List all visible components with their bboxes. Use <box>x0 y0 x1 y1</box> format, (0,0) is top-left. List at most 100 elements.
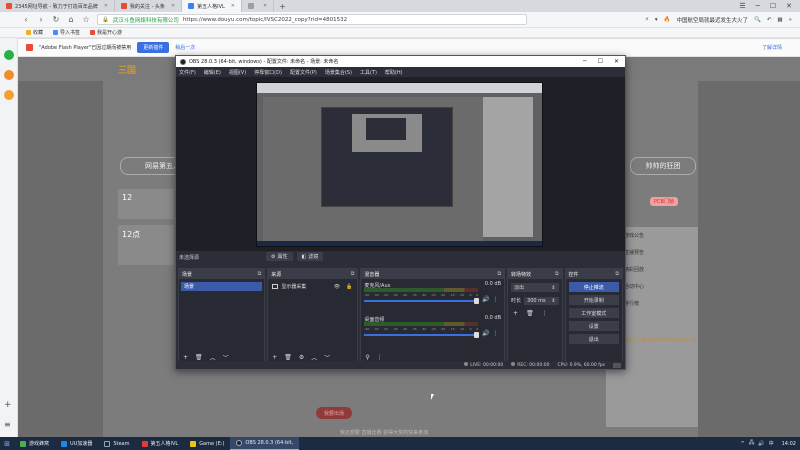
close-icon[interactable]: ✕ <box>614 58 619 65</box>
bookmark-star-icon[interactable]: ☆ <box>82 15 90 24</box>
speaker-icon[interactable]: 🔊 <box>482 296 489 303</box>
dock-header[interactable]: 控件 ⧉ <box>565 269 622 279</box>
site-right-item[interactable]: 精彩回放 <box>624 266 694 274</box>
later-link[interactable]: 稍后一次 <box>175 44 195 51</box>
undock-icon[interactable]: ⧉ <box>497 271 501 277</box>
undock-icon[interactable]: ⧉ <box>258 271 262 277</box>
add-icon[interactable]: + <box>4 400 12 410</box>
duration-input[interactable]: 300 ms ⇕ <box>524 296 559 305</box>
maximize-icon[interactable]: ☐ <box>598 58 603 65</box>
undo-icon[interactable]: ↶ <box>767 17 772 23</box>
undock-icon[interactable]: ⧉ <box>351 271 355 277</box>
menu-edit[interactable]: 编辑(E) <box>204 69 221 76</box>
browser-tab-3[interactable]: 第五人格IVL ✕ <box>182 0 242 12</box>
add-icon[interactable]: + <box>183 354 188 361</box>
menu-view[interactable]: 视图(V) <box>229 69 246 76</box>
home-icon[interactable]: ⌂ <box>67 15 75 24</box>
start-recording-button[interactable]: 开始录制 <box>568 295 619 305</box>
update-plugin-button[interactable]: 更新插件 <box>137 42 170 53</box>
forward-icon[interactable]: › <box>37 15 45 24</box>
close-icon[interactable]: ✕ <box>786 2 792 10</box>
hot-search-hint[interactable]: 中国航空局就最近发生大火了 <box>676 16 748 24</box>
undock-icon[interactable]: ⧉ <box>555 271 559 277</box>
menu-docks[interactable]: 停靠窗口(D) <box>254 69 282 76</box>
ime-icon[interactable]: 中 <box>769 440 774 447</box>
more-vertical-icon[interactable]: ⋮ <box>492 296 498 303</box>
menu-icon[interactable]: ≡ <box>4 420 11 429</box>
more-icon[interactable]: » <box>789 17 792 23</box>
dock-header[interactable]: 混音器 ⧉ <box>361 269 505 279</box>
url-input[interactable]: 🔒 武汉斗鱼网络科技有限公司 https://www.douyu.com/top… <box>97 14 527 25</box>
browser-tab-1[interactable]: 2345网址导航 - 致力于打造百年品牌 ✕ <box>0 0 115 12</box>
menu-file[interactable]: 文件(F) <box>179 69 196 76</box>
trash-icon[interactable]: 🗑 <box>526 310 534 317</box>
site-right-item[interactable]: 直播预告 <box>624 249 694 257</box>
menu-profile[interactable]: 配置文件(P) <box>290 69 317 76</box>
exit-button[interactable]: 退出 <box>568 334 619 344</box>
undock-icon[interactable]: ⧉ <box>615 271 619 277</box>
trash-icon[interactable]: 🗑 <box>195 354 203 361</box>
tab-close-icon[interactable]: ✕ <box>231 3 235 9</box>
app-icon[interactable] <box>4 70 14 80</box>
taskbar-item[interactable]: 游戏蜂窝 <box>14 437 55 450</box>
site-right-item[interactable]: 活动中心 <box>624 283 694 291</box>
chevron-up-icon[interactable]: ^ <box>741 441 745 447</box>
menu-icon[interactable]: ☰ <box>739 2 745 10</box>
add-icon[interactable]: + <box>272 354 277 361</box>
volume-slider-handle[interactable] <box>474 298 480 304</box>
minimize-icon[interactable]: ─ <box>756 2 760 10</box>
tab-close-icon[interactable]: ✕ <box>104 3 108 9</box>
site-banner-right[interactable]: 帅帅的狂团 <box>630 157 696 175</box>
clock[interactable]: 14:02 <box>782 441 796 447</box>
browser-tab-2[interactable]: 我的关注 - 头条 ✕ <box>115 0 183 12</box>
taskbar-item[interactable]: Steam <box>98 437 135 450</box>
scene-item[interactable]: 场景 <box>181 282 263 291</box>
learn-more-link[interactable]: 了解详情 <box>762 44 782 51</box>
settings-button[interactable]: 设置 <box>568 321 619 331</box>
grid-icon[interactable]: ▦ <box>777 17 782 23</box>
more-vertical-icon[interactable]: ⋮ <box>492 330 498 337</box>
bookmark-item[interactable]: 收藏 <box>26 29 43 36</box>
source-item[interactable]: 显示器采集 👁 🔓 <box>270 282 355 291</box>
windows-start-icon[interactable]: ⊞ <box>0 437 14 450</box>
dock-header[interactable]: 来源 ⧉ <box>268 269 358 279</box>
bookmark-item[interactable]: 我是开心游 <box>90 29 122 36</box>
bookmark-item[interactable]: 导入书签 <box>53 29 80 36</box>
minimize-icon[interactable]: ─ <box>583 58 587 65</box>
taskbar-item[interactable]: 第五人格IVL <box>136 437 185 450</box>
more-vertical-icon[interactable]: ⋮ <box>377 354 383 361</box>
volume-slider-handle[interactable] <box>474 332 480 338</box>
app-icon[interactable] <box>4 90 14 100</box>
trash-icon[interactable]: 🗑 <box>284 354 292 361</box>
tab-close-icon[interactable]: ✕ <box>171 3 175 9</box>
link-icon[interactable]: ⚲ <box>365 354 369 361</box>
studio-mode-button[interactable]: 工作室模式 <box>568 308 619 318</box>
gear-icon[interactable]: ⚙ <box>299 354 304 361</box>
lightning-icon[interactable]: ⚡ <box>645 17 649 23</box>
taskbar-item[interactable]: UU加速器 <box>55 437 98 450</box>
site-tag[interactable]: PCB门锁 <box>650 197 678 206</box>
add-icon[interactable]: + <box>513 310 518 317</box>
browser-tab-4[interactable]: ✕ <box>242 0 275 12</box>
site-join-button[interactable]: 我要出场 <box>316 407 352 419</box>
site-right-item[interactable]: 游戏公告 <box>624 232 694 240</box>
site-card[interactable]: 12点 <box>118 225 174 265</box>
eye-icon[interactable]: 👁 <box>334 284 340 290</box>
site-right-item[interactable]: 排行榜 <box>624 300 694 308</box>
taskbar-item-obs[interactable]: OBS 28.0.3 (64-bit, <box>230 437 300 450</box>
more-vertical-icon[interactable]: ⋮ <box>542 310 548 317</box>
back-icon[interactable]: ‹ <box>22 15 30 24</box>
obs-titlebar[interactable]: OBS 28.0.3 (64-bit, windows) - 配置文件: 未命名… <box>176 56 625 67</box>
network-icon[interactable]: 🖧 <box>749 440 755 448</box>
filters-button[interactable]: ◧ 滤镜 <box>296 252 324 261</box>
chevron-down-icon[interactable]: ▾ <box>655 17 658 23</box>
dock-header[interactable]: 场景 ⧉ <box>179 269 265 279</box>
menu-tools[interactable]: 工具(T) <box>360 69 377 76</box>
wechat-icon[interactable] <box>4 50 14 60</box>
obs-preview[interactable] <box>176 77 625 251</box>
dock-header[interactable]: 转场特效 ⧉ <box>508 269 562 279</box>
refresh-icon[interactable]: ↻ <box>52 15 60 24</box>
taskbar-item[interactable]: Game (E:) <box>184 437 230 450</box>
menu-help[interactable]: 帮助(H) <box>385 69 403 76</box>
volume-slider[interactable] <box>364 300 479 302</box>
